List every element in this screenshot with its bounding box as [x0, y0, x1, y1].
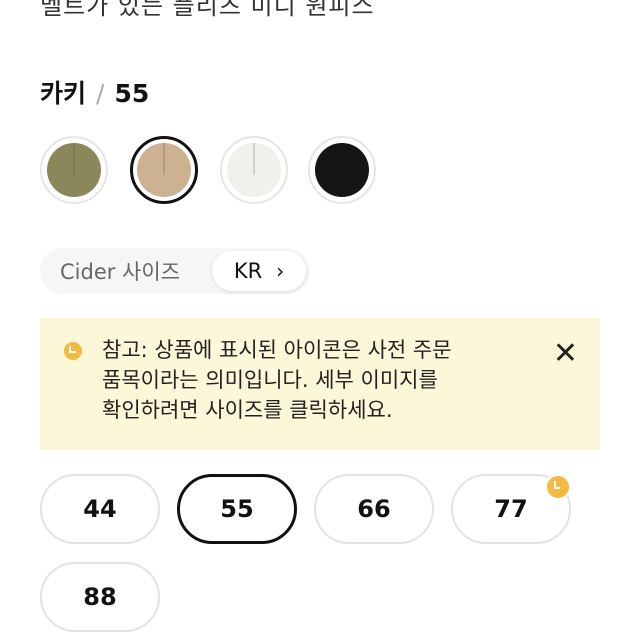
notice-line: 참고: 상품에 표시된 아이콘은 사전 주문 — [102, 338, 452, 362]
preorder-notice: 참고: 상품에 표시된 아이콘은 사전 주문 품목이라는 의미입니다. 세부 이… — [40, 318, 600, 450]
size-label: 77 — [494, 495, 528, 523]
clock-icon — [64, 342, 82, 360]
size-label: 66 — [357, 495, 391, 523]
swatch-beige-fill — [137, 143, 191, 197]
product-title: 벨트가 있는 플리츠 미디 원피스 — [40, 0, 375, 20]
size-button-55[interactable]: 55 — [177, 474, 297, 544]
swatch-olive-fill — [47, 143, 101, 197]
notice-text: 참고: 상품에 표시된 아이콘은 사전 주문 품목이라는 의미입니다. 세부 이… — [102, 335, 532, 425]
size-button-44[interactable]: 44 — [40, 474, 160, 544]
size-button-66[interactable]: 66 — [314, 474, 434, 544]
size-system-button[interactable]: KR › — [212, 251, 306, 291]
swatch-black[interactable] — [308, 136, 376, 204]
swatch-beige[interactable] — [130, 136, 198, 204]
size-system-value: KR — [233, 259, 263, 283]
size-button-88[interactable]: 88 — [40, 562, 160, 632]
size-system-selector: Cider 사이즈 KR › — [40, 248, 310, 294]
separator: / — [96, 79, 105, 108]
size-system-label: Cider 사이즈 — [60, 260, 181, 284]
selected-size: 55 — [114, 79, 150, 108]
notice-line: 품목이라는 의미입니다. 세부 이미지를 — [102, 368, 438, 392]
size-label: 44 — [83, 495, 117, 523]
swatch-ivory[interactable] — [220, 136, 288, 204]
swatch-black-fill — [315, 143, 369, 197]
swatch-olive[interactable] — [40, 136, 108, 204]
preorder-clock-icon — [545, 474, 571, 500]
close-icon[interactable]: ✕ — [553, 336, 578, 371]
selected-variant: 카키 / 55 — [40, 74, 149, 110]
chevron-right-icon: › — [276, 259, 285, 283]
notice-line: 확인하려면 사이즈를 클릭하세요. — [102, 398, 393, 422]
swatch-ivory-fill — [227, 143, 281, 197]
size-label: 88 — [83, 583, 117, 611]
selected-color: 카키 — [40, 79, 87, 108]
size-button-77[interactable]: 77 — [451, 474, 571, 544]
size-label: 55 — [220, 495, 254, 523]
